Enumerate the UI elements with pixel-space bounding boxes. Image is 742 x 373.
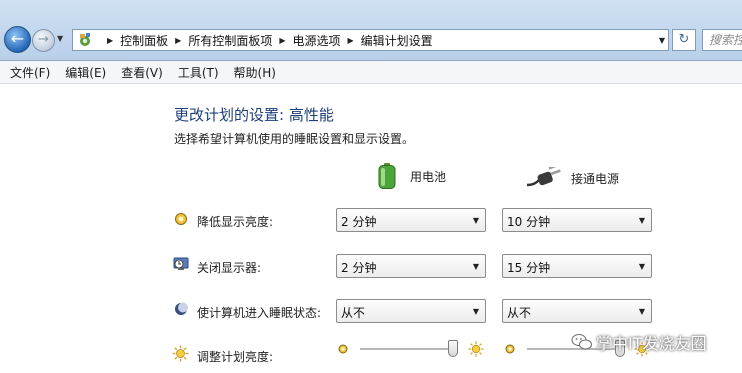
menu-bar: 文件(F) 编辑(E) 查看(V) 工具(T) 帮助(H) [0,61,742,84]
breadcrumb: ▶ 控制面板 ▶ 所有控制面板项 ▶ 电源选项 ▶ 编辑计划设置 [100,30,433,50]
breadcrumb-separator-icon[interactable]: ▶ [107,36,113,45]
wechat-logo-icon [571,334,592,350]
breadcrumb-edit-plan[interactable]: 编辑计划设置 [361,32,433,49]
dim-display-label: 降低显示亮度: [197,215,274,229]
refresh-icon: ↻ [678,32,690,47]
display-off-icon [173,257,189,270]
display-off-battery-select[interactable]: 2 分钟 ▼ [336,254,486,278]
battery-brightness-slider-track[interactable] [360,348,458,351]
back-button[interactable]: ← [4,26,31,53]
battery-column-label: 用电池 [410,169,447,184]
control-panel-icon [80,33,90,46]
brightness-label: 调整计划亮度: [197,350,274,364]
menu-edit[interactable]: 编辑(E) [65,64,106,81]
watermark: 掌中IT发烧友圈 [571,330,707,354]
menu-file[interactable]: 文件(F) [10,64,50,81]
window-titlebar: ← → ▼ ▶ 控制面板 ▶ 所有控制面板项 ▶ 电源选项 ▶ 编辑计划设置 ▼… [0,0,742,61]
select-value: 从不 [341,306,366,320]
search-input[interactable]: 搜索控制 [702,29,742,51]
recent-pages-dropdown-icon[interactable]: ▼ [57,33,67,45]
watermark-text: 掌中IT发烧友圈 [596,334,707,353]
forward-button[interactable]: → [32,29,55,52]
sleep-label: 使计算机进入睡眠状态: [197,306,322,320]
select-value: 2 分钟 [341,215,377,229]
brightness-low-icon [338,344,348,354]
sleep-moon-icon [175,302,188,315]
dim-display-battery-select[interactable]: 2 分钟 ▼ [336,208,486,232]
column-header-battery: 用电池 [377,163,446,189]
brightness-sun-icon [172,345,189,362]
breadcrumb-control-panel[interactable]: 控制面板 [120,32,168,49]
select-value: 15 分钟 [507,261,551,275]
refresh-button[interactable]: ↻ [672,29,696,51]
brightness-high-icon [468,341,484,357]
address-bar[interactable]: ▶ 控制面板 ▶ 所有控制面板项 ▶ 电源选项 ▶ 编辑计划设置 ▼ [72,29,669,51]
display-off-plugged-select[interactable]: 15 分钟 ▼ [502,254,652,278]
chevron-down-icon: ▼ [638,216,645,225]
dim-display-icon [175,213,187,225]
sleep-plugged-select[interactable]: 从不 ▼ [502,299,652,323]
chevron-down-icon: ▼ [638,307,645,316]
menu-help[interactable]: 帮助(H) [234,64,276,81]
page-subtitle: 选择希望计算机使用的睡眠设置和显示设置。 [174,132,415,146]
battery-brightness-slider-thumb[interactable] [448,340,459,357]
breadcrumb-separator-icon[interactable]: ▶ [348,36,354,45]
page-title: 更改计划的设置: 高性能 [174,106,334,124]
breadcrumb-power-options[interactable]: 电源选项 [293,32,341,49]
menu-view[interactable]: 查看(V) [121,64,163,81]
select-value: 10 分钟 [507,215,551,229]
menu-tools[interactable]: 工具(T) [178,64,219,81]
breadcrumb-all-items[interactable]: 所有控制面板项 [188,32,272,49]
address-history-dropdown-icon[interactable]: ▼ [659,36,665,45]
power-plug-icon [527,167,561,187]
sleep-battery-select[interactable]: 从不 ▼ [336,299,486,323]
breadcrumb-separator-icon[interactable]: ▶ [175,36,181,45]
display-off-label: 关闭显示器: [197,261,262,275]
chevron-down-icon: ▼ [638,262,645,271]
column-header-plugged-in: 接通电源 [527,167,619,189]
brightness-low-icon [505,344,515,354]
chevron-down-icon: ▼ [472,262,479,271]
select-value: 2 分钟 [341,261,377,275]
chevron-down-icon: ▼ [472,216,479,225]
chevron-down-icon: ▼ [472,307,479,316]
battery-icon [378,163,396,189]
select-value: 从不 [507,306,532,320]
forward-arrow-icon: → [38,32,49,47]
dim-display-plugged-select[interactable]: 10 分钟 ▼ [502,208,652,232]
plugged-in-column-label: 接通电源 [571,171,620,186]
back-arrow-icon: ← [10,29,25,48]
breadcrumb-separator-icon[interactable]: ▶ [279,36,285,45]
